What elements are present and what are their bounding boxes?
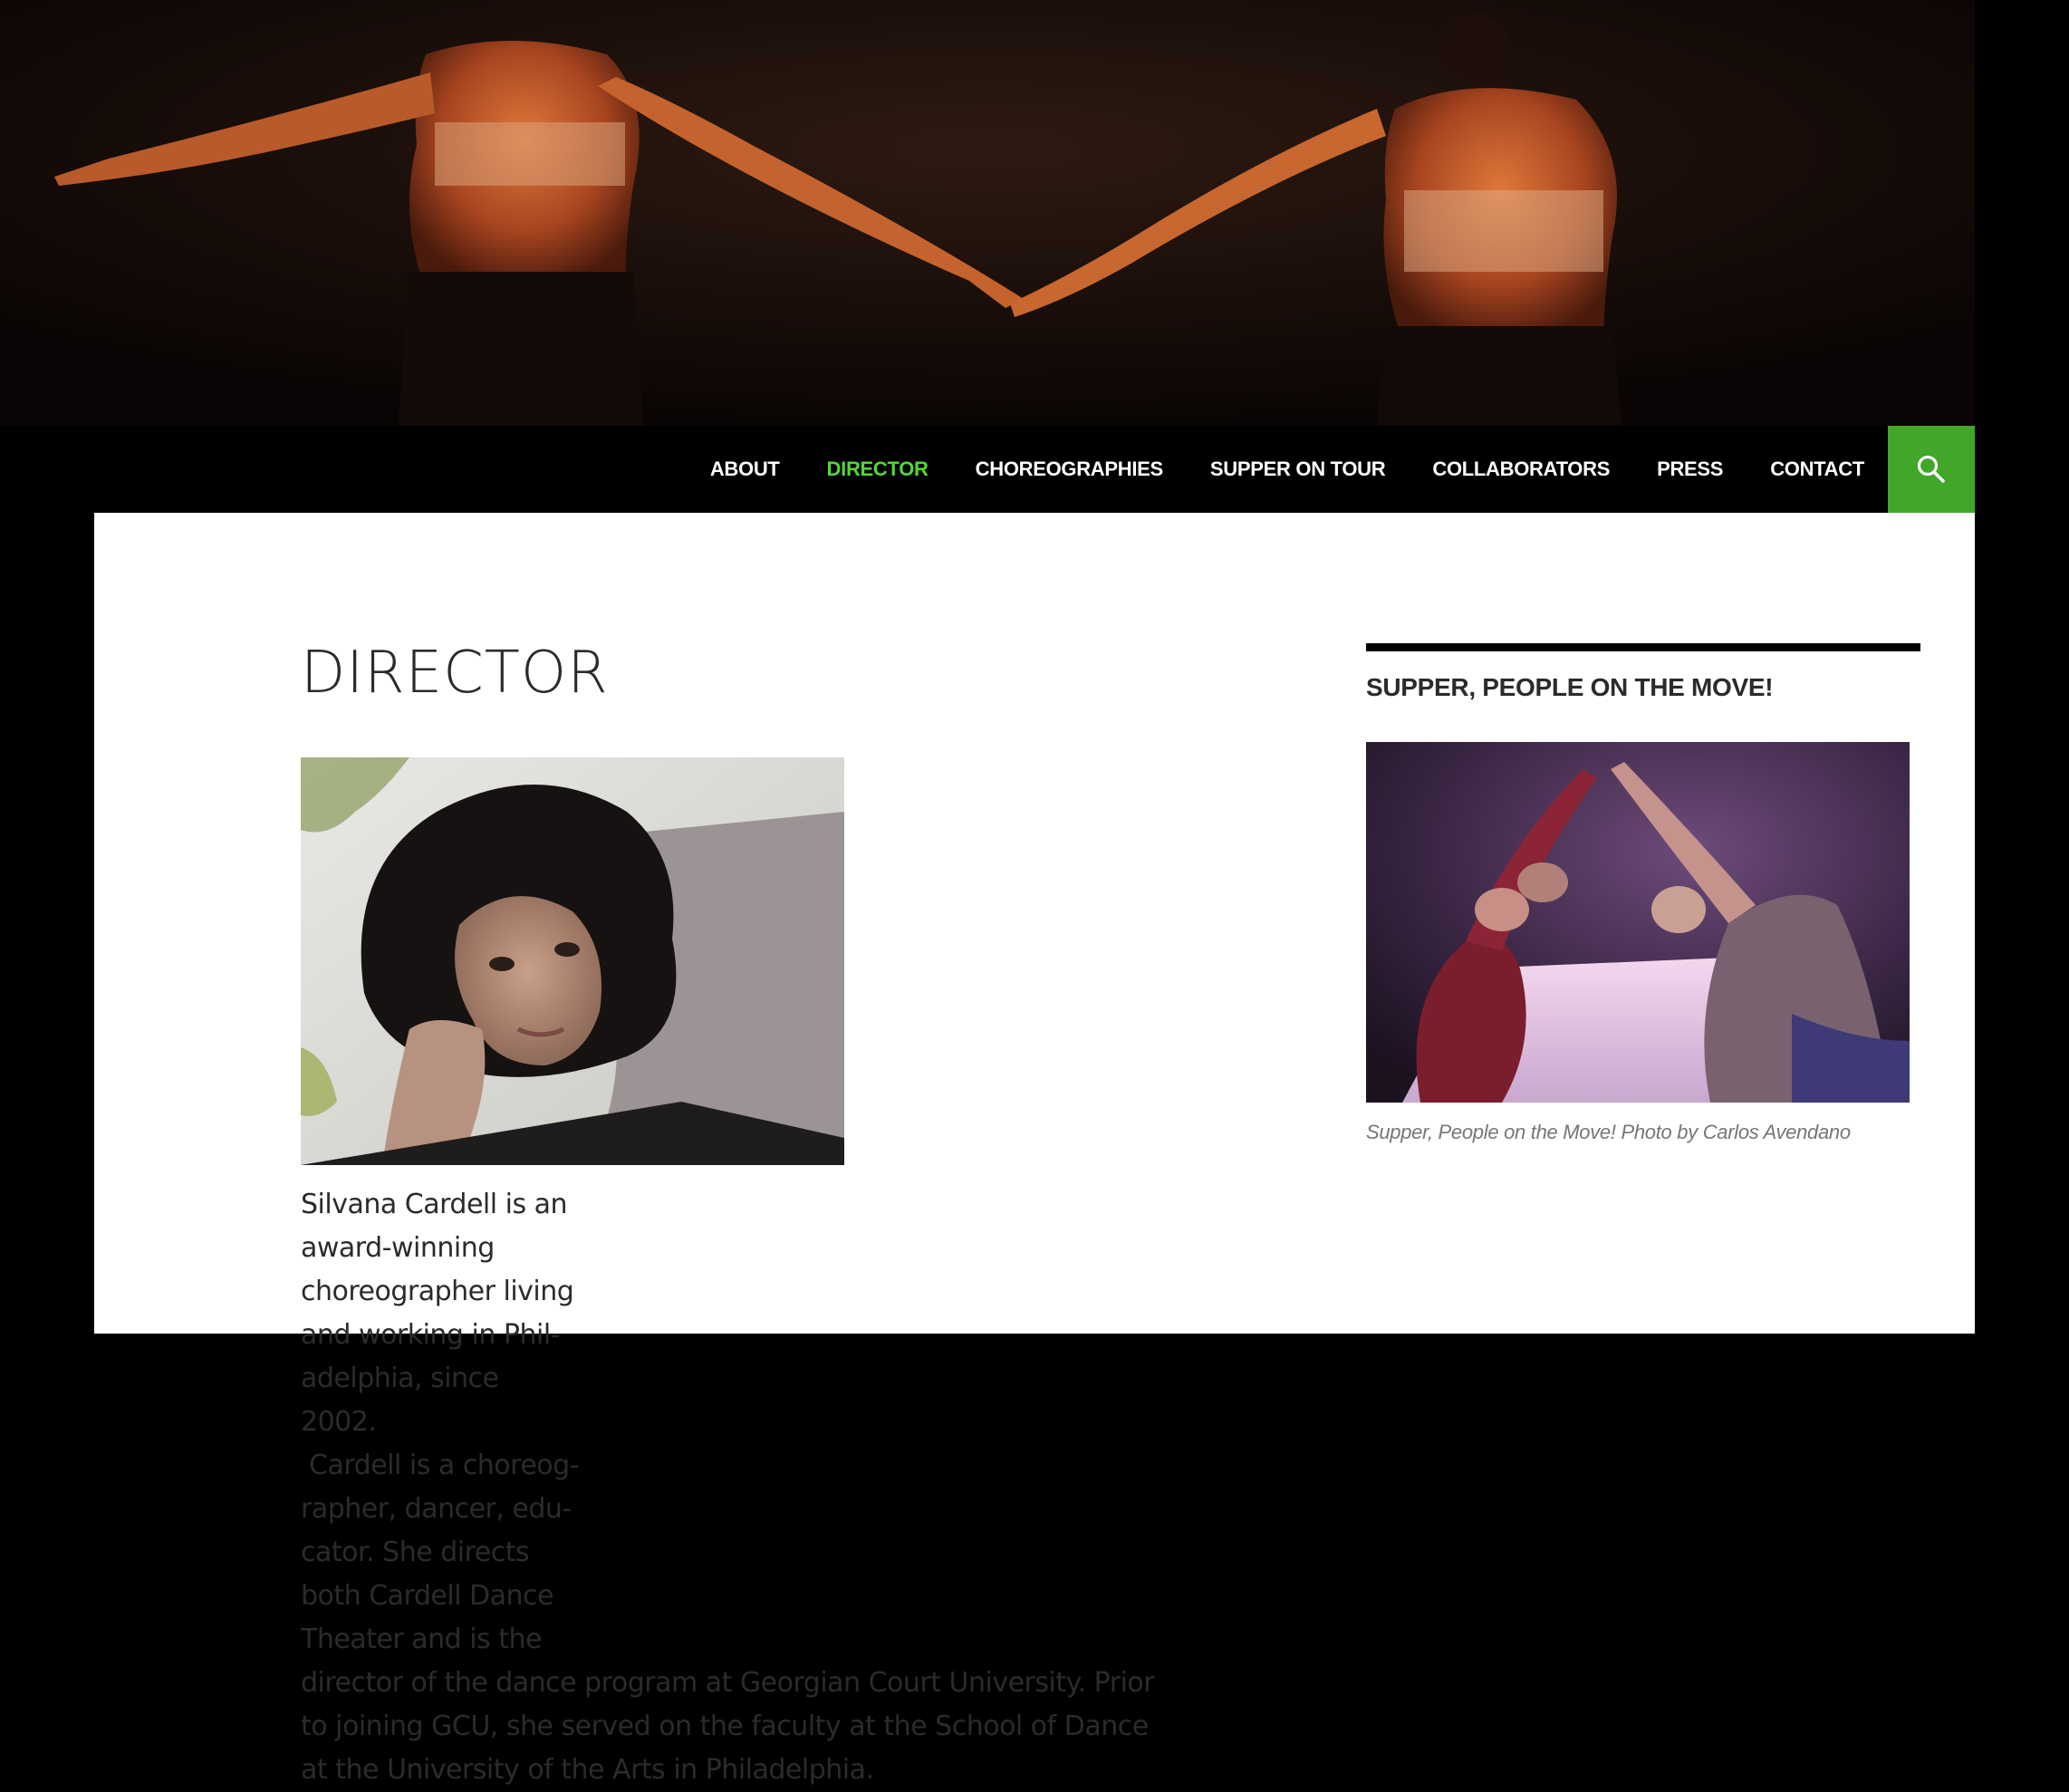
bio-line: and working in Phil- xyxy=(301,1319,561,1351)
nav-item-about[interactable]: ABOUT xyxy=(710,458,780,481)
nav-item-contact[interactable]: CONTACT xyxy=(1770,458,1864,481)
nav-menu: ABOUT DIRECTOR CHOREOGRAPHIES SUPPER ON … xyxy=(663,426,1888,513)
search-icon xyxy=(1917,455,1945,483)
bio-line: Silvana Cardell is an xyxy=(301,1189,568,1220)
nav-item-choreographies[interactable]: CHOREOGRAPHIES xyxy=(976,458,1164,481)
bio-line: rapher, dancer, edu- xyxy=(301,1493,572,1525)
primary-navigation: ABOUT DIRECTOR CHOREOGRAPHIES SUPPER ON … xyxy=(0,426,1975,513)
portrait-photo xyxy=(301,757,844,1165)
content-panel: DIRECTOR Silvana Cardell is an award-win… xyxy=(94,513,1975,1786)
dancers-photo xyxy=(0,0,1975,426)
bio-line: award-winning xyxy=(301,1232,495,1264)
bio-line: adelphia, since 2002. xyxy=(301,1363,499,1438)
bio-line: choreographer living xyxy=(301,1276,574,1307)
entry-content: Silvana Cardell is an award-winning chor… xyxy=(301,756,1161,1792)
performance-photo xyxy=(1366,742,1910,1103)
bio-line: Theater and is the xyxy=(301,1623,542,1655)
nav-item-press[interactable]: PRESS xyxy=(1657,458,1723,481)
supper-performance-image[interactable] xyxy=(1366,742,1910,1103)
search-button[interactable] xyxy=(1888,426,1975,513)
bio-paragraph-continued: director of the dance program at Georgia… xyxy=(301,1667,1155,1786)
nav-item-supper-on-tour[interactable]: SUPPER ON TOUR xyxy=(1210,458,1386,481)
sidebar-widget: SUPPER, PEOPLE ON THE MOVE! Supper, Peop… xyxy=(1366,643,1920,1144)
page-background-strip xyxy=(1975,0,2069,1334)
image-caption: Supper, People on the Move! Photo by Car… xyxy=(1366,1121,1851,1143)
page-title: DIRECTOR xyxy=(301,640,609,707)
nav-item-director[interactable]: DIRECTOR xyxy=(827,458,929,481)
nav-item-collaborators[interactable]: COLLABORATORS xyxy=(1432,458,1610,481)
bio-line: both Cardell Dance xyxy=(301,1580,554,1612)
header-banner-image[interactable] xyxy=(0,0,1975,426)
bio-line: Cardell is a choreog- xyxy=(301,1450,580,1481)
director-portrait-image[interactable] xyxy=(301,757,844,1165)
widget-divider xyxy=(1366,643,1920,651)
bio-intro: Silvana Cardell is an award-winning chor… xyxy=(301,1183,582,1662)
bio-line: cator. She directs xyxy=(301,1537,530,1568)
widget-title: SUPPER, PEOPLE ON THE MOVE! xyxy=(1366,673,1774,701)
